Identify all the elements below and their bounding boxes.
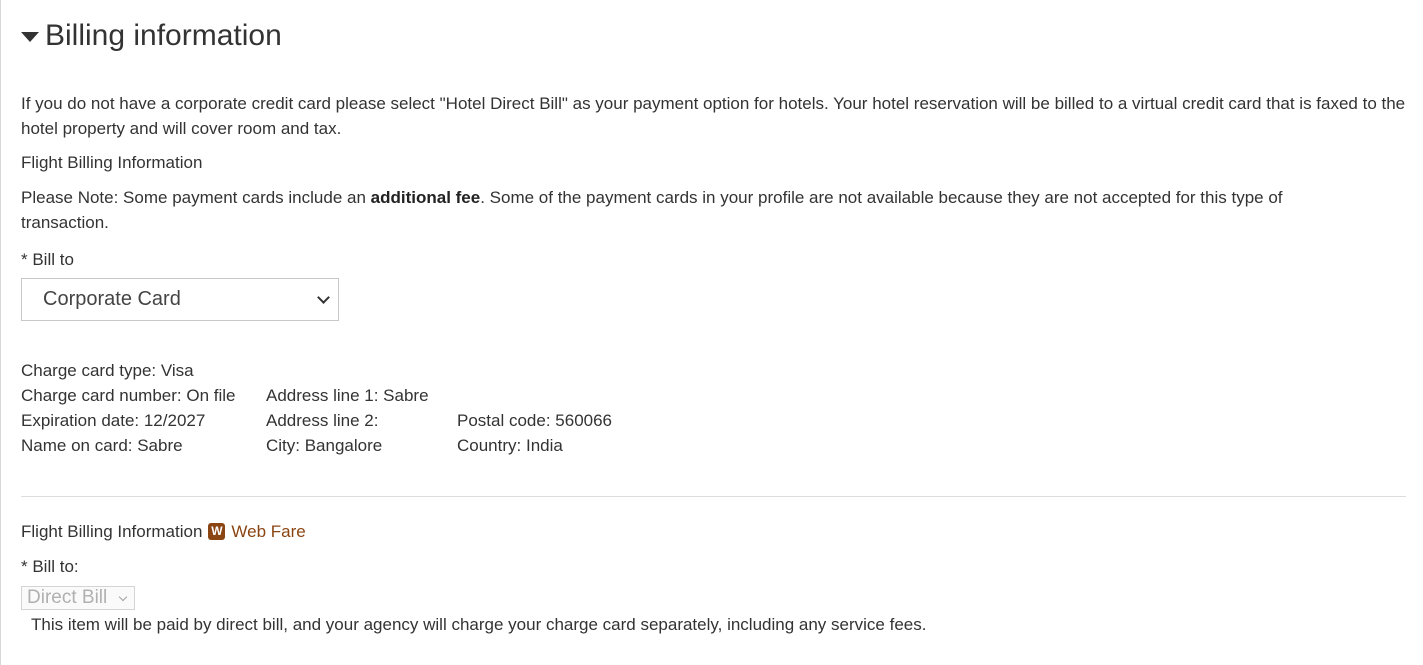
flight-billing-heading-webfare: Flight Billing Information W Web Fare bbox=[21, 519, 306, 544]
bill-to-label-2: * Bill to: bbox=[21, 557, 79, 576]
card-expiration: Expiration date: 12/2027 bbox=[21, 411, 206, 430]
section-divider bbox=[21, 496, 1406, 497]
caret-down-icon[interactable] bbox=[21, 32, 39, 42]
web-fare-link[interactable]: Web Fare bbox=[231, 519, 305, 544]
payment-note-prefix: Please Note: Some payment cards include … bbox=[21, 188, 371, 207]
chevron-down-icon bbox=[118, 592, 128, 601]
bill-to-select[interactable]: Corporate Card bbox=[21, 278, 339, 321]
payment-note: Please Note: Some payment cards include … bbox=[21, 185, 1351, 235]
country: Country: India bbox=[457, 436, 563, 455]
direct-bill-note: This item will be paid by direct bill, a… bbox=[31, 615, 927, 634]
flight-billing-heading: Flight Billing Information bbox=[21, 153, 203, 172]
postal-code: Postal code: 560066 bbox=[457, 411, 613, 430]
address-line1: Address line 1: Sabre bbox=[266, 386, 429, 405]
billing-page: Billing information If you do not have a… bbox=[0, 0, 1423, 665]
bill-to-select-disabled: Direct Bill bbox=[21, 586, 135, 610]
web-fare-badge-icon: W bbox=[208, 523, 226, 540]
billing-section-toggle[interactable]: Billing information bbox=[21, 16, 282, 56]
card-name: Name on card: Sabre bbox=[21, 436, 183, 455]
address-line2: Address line 2: bbox=[266, 411, 379, 430]
section-title: Billing information bbox=[45, 19, 282, 52]
chevron-down-icon bbox=[317, 291, 330, 304]
address-city: City: Bangalore bbox=[266, 436, 383, 455]
flight-billing-heading-2: Flight Billing Information bbox=[21, 522, 203, 541]
hotel-direct-bill-intro: If you do not have a corporate credit ca… bbox=[21, 94, 1406, 138]
bill-to-label: * Bill to bbox=[21, 250, 74, 269]
bill-to-selected-value: Corporate Card bbox=[43, 288, 181, 310]
bill-to-selected-value-2: Direct Bill bbox=[27, 587, 108, 608]
payment-note-bold: additional fee bbox=[370, 188, 481, 207]
card-type: Charge card type: Visa bbox=[21, 361, 194, 380]
card-number: Charge card number: On file bbox=[21, 386, 236, 405]
